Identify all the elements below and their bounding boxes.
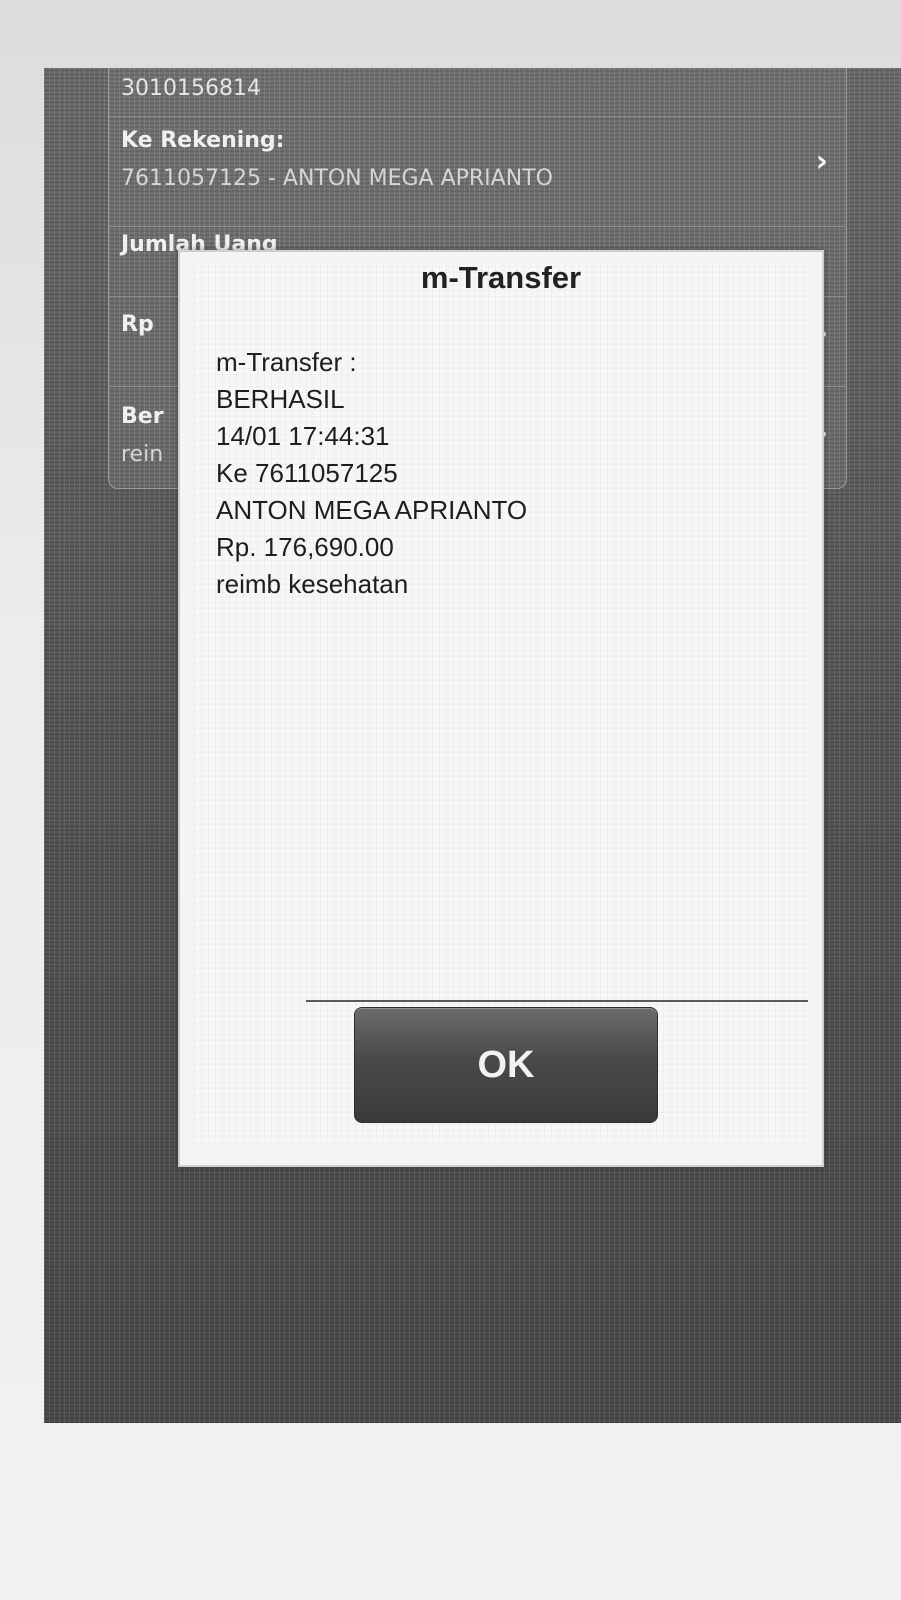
dialog-message: m-Transfer : BERHASIL 14/01 17:44:31 Ke … [216,344,527,603]
to-account-value: 7611057125 - ANTON MEGA APRIANTO [121,166,553,191]
to-account-label: Ke Rekening: [121,128,285,153]
message-line-datetime: 14/01 17:44:31 [216,421,390,451]
message-line-account: Ke 7611057125 [216,458,398,488]
dialog-title: m-Transfer [420,260,582,295]
message-line-description: reimb kesehatan [216,569,409,599]
message-line-amount: Rp. 176,690.00 [216,532,394,562]
source-account-value: 3010156814 [121,76,261,101]
chevron-right-icon[interactable]: › [816,144,828,179]
message-line-recipient: ANTON MEGA APRIANTO [216,495,528,525]
source-account-row: 3010156814 [109,68,846,117]
news-label: Ber [121,404,164,429]
message-line: m-Transfer : [216,347,357,377]
message-line-status: BERHASIL [216,384,345,414]
amount-prefix: Rp [121,312,154,337]
to-account-row[interactable]: Ke Rekening: 7611057125 - ANTON MEGA APR… [109,116,846,227]
dialog-divider [306,1000,808,1002]
transfer-result-dialog: m-Transfer m-Transfer : BERHASIL 14/01 1… [178,250,824,1167]
ok-button[interactable]: OK [354,1007,658,1123]
news-value: rein [121,442,164,467]
